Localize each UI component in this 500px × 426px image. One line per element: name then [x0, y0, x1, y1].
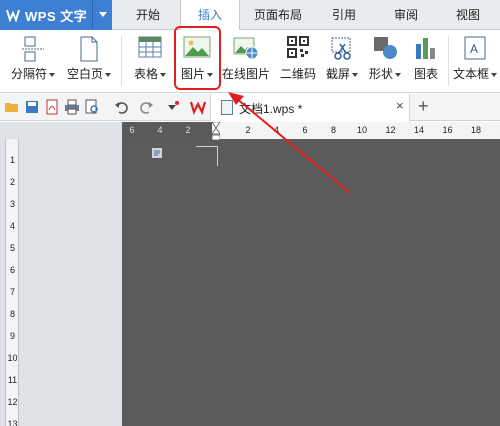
table-label: 表格	[133, 67, 158, 81]
textbox-button[interactable]: A 文本框	[450, 30, 500, 93]
tab-references[interactable]: 引用	[318, 0, 370, 30]
page-canvas[interactable]	[122, 139, 500, 426]
text-cursor	[217, 146, 218, 166]
ruler-tick-label: 1	[9, 155, 15, 165]
chart-label: 图表	[413, 67, 438, 81]
blank-page-icon	[80, 36, 98, 62]
ruler-tick-label: 2	[9, 177, 15, 187]
insert-ribbon: 分隔符 空白页 表格 图片 在线图片 二维码 截屏 形状 图表 A 文本框	[0, 30, 500, 93]
ruler-tick-label: 8	[9, 309, 15, 319]
ruler-tick-label: 4	[9, 221, 15, 231]
textbox-icon: A	[464, 36, 486, 60]
paragraph-layout-icon[interactable]	[151, 147, 163, 159]
ruler-tick-label: 10	[7, 353, 18, 363]
app-title: WPS 文字	[25, 8, 88, 24]
app-menu-caret-icon[interactable]	[99, 12, 107, 17]
horizontal-ruler[interactable]: 6422468101214161820	[122, 122, 500, 139]
chart-button[interactable]: 图表	[408, 30, 444, 93]
shapes-icon	[374, 37, 397, 59]
ruler-tick-label: 6	[9, 265, 15, 275]
shapes-label: 形状	[368, 67, 393, 81]
ruler-tick-label: 11	[7, 375, 18, 385]
document-workspace: 6422468101214161820 12345678910111213	[0, 122, 500, 426]
online-picture-button[interactable]: 在线图片	[220, 30, 272, 93]
ruler-tick-label: 3	[9, 199, 15, 209]
tab-page-layout[interactable]: 页面布局	[244, 0, 312, 30]
annotation-highlight-box	[174, 26, 221, 90]
ruler-tick-label: 4	[157, 125, 163, 135]
page-break-label: 分隔符	[10, 67, 47, 81]
textbox-label: 文本框	[452, 67, 489, 81]
dropdown-caret-icon	[49, 72, 55, 77]
app-menu-button[interactable]: WPS 文字	[0, 0, 112, 30]
ruler-tick-label: 14	[413, 125, 424, 135]
ruler-tick-label: 8	[330, 125, 336, 135]
document-tab-name: 文档1.wps *	[239, 102, 303, 116]
dropdown-caret-icon	[160, 72, 166, 77]
vertical-ruler[interactable]: 1 2 3 4 5 6 7 8 9 10 11 12 13	[5, 139, 19, 426]
ruler-tick-label: 12	[7, 397, 18, 407]
blank-page-button[interactable]: 空白页	[62, 30, 116, 93]
qrcode-icon	[287, 36, 309, 58]
shapes-button[interactable]: 形状	[364, 30, 406, 93]
svg-text:A: A	[470, 42, 478, 56]
scissors-icon	[331, 37, 351, 60]
online-picture-label: 在线图片	[221, 67, 270, 81]
print-preview-icon[interactable]	[84, 99, 100, 115]
tab-review[interactable]: 审阅	[378, 0, 434, 30]
dropdown-caret-icon	[352, 72, 358, 77]
page-break-icon	[22, 36, 44, 62]
ruler-tick-label: 10	[356, 125, 367, 135]
screenshot-button[interactable]: 截屏	[322, 30, 362, 93]
bar-chart-icon	[416, 38, 435, 59]
ruler-tick-label: 2	[185, 125, 191, 135]
screenshot-label: 截屏	[325, 67, 350, 81]
document-tab[interactable]: 文档1.wps * ×	[210, 94, 410, 121]
dropdown-caret-icon	[491, 72, 497, 77]
document-icon	[221, 100, 233, 115]
quick-access-toolbar: 文档1.wps * × +	[0, 94, 500, 121]
ruler-tick-label: 6	[302, 125, 308, 135]
wps-logo-icon	[6, 9, 20, 22]
close-icon[interactable]: ×	[396, 98, 404, 113]
folder-open-icon[interactable]	[4, 99, 20, 115]
tab-view[interactable]: 视图	[440, 0, 496, 30]
undo-icon[interactable]	[114, 99, 130, 115]
ruler-tick-label: 12	[385, 125, 396, 135]
export-pdf-icon[interactable]	[44, 99, 60, 115]
ruler-tick-label: 9	[9, 331, 15, 341]
ruler-tick-label: 6	[129, 125, 135, 135]
table-icon	[138, 36, 162, 58]
menu-tab-bar: WPS 文字 开始 插入 页面布局 引用 审阅 视图	[0, 0, 500, 31]
qrcode-label: 二维码	[279, 67, 316, 81]
ruler-tick-label: 18	[470, 125, 481, 135]
ruler-tick-label: 13	[7, 419, 18, 426]
ruler-tick-label: 5	[9, 243, 15, 253]
quick-access-customize-icon[interactable]	[164, 99, 180, 115]
qrcode-button[interactable]: 二维码	[276, 30, 320, 93]
page-break-button[interactable]: 分隔符	[4, 30, 62, 93]
print-icon[interactable]	[64, 99, 80, 115]
dropdown-caret-icon	[395, 72, 401, 77]
new-tab-button[interactable]: +	[418, 96, 429, 117]
ruler-tick-label: 2	[245, 125, 251, 135]
dropdown-caret-icon	[105, 72, 111, 77]
ruler-tick-label: 16	[442, 125, 453, 135]
indent-marker[interactable]	[212, 122, 220, 148]
blank-page-label: 空白页	[66, 67, 103, 81]
tab-home[interactable]: 开始	[120, 0, 176, 30]
table-button[interactable]: 表格	[128, 30, 172, 93]
ruler-tick-label: 4	[273, 125, 279, 135]
redo-icon[interactable]	[138, 99, 154, 115]
online-picture-icon	[233, 37, 259, 60]
wps-logo-icon[interactable]	[190, 99, 206, 115]
ruler-tick-label: 7	[9, 287, 15, 297]
save-icon[interactable]	[24, 99, 40, 115]
